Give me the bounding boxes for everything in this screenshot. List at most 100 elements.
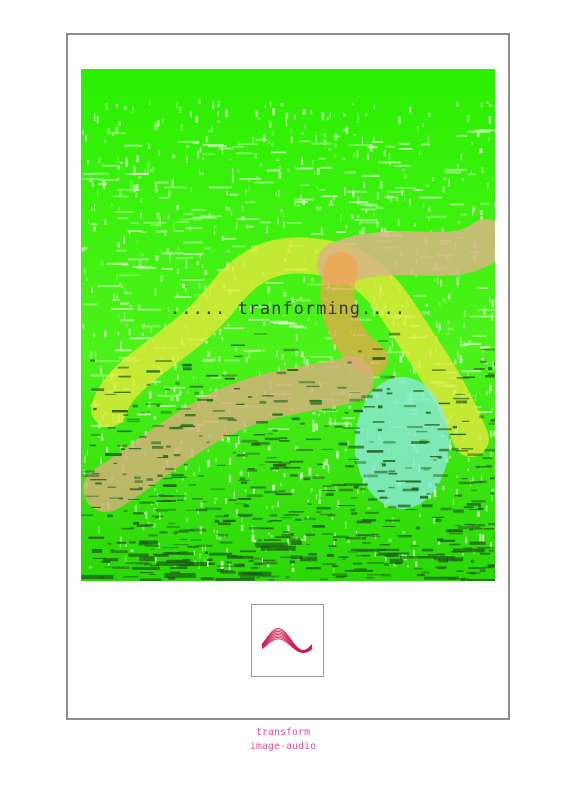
texture-speck [88,566,92,569]
texture-speck [193,472,195,476]
texture-bar [273,321,295,324]
texture-bar [185,227,203,230]
dark-band [230,344,245,347]
texture-speck [89,351,93,359]
texture-speck [248,350,250,358]
dark-band [372,421,385,423]
dark-band [290,555,303,559]
dark-band [200,577,214,580]
dark-band [386,387,391,391]
texture-speck [488,391,491,394]
dark-band [164,573,196,578]
dark-band [264,490,278,494]
dark-band [477,546,494,549]
dark-band [426,493,431,495]
texture-bar [135,266,147,268]
dark-band [239,550,257,553]
texture-speck [373,212,375,217]
dark-band [91,433,101,436]
dark-band [262,527,272,529]
texture-speck [353,134,356,136]
dark-band [478,505,482,508]
texture-speck [442,185,445,191]
dark-band [247,494,264,497]
dark-band [241,439,258,443]
dark-band [189,385,204,388]
texture-speck [135,193,138,198]
texture-speck [121,285,123,288]
dark-band [420,495,429,499]
texture-speck [191,256,193,260]
texture-speck [97,189,99,197]
texture-speck [276,158,279,161]
texture-speck [318,413,320,416]
texture-bar [367,146,378,149]
texture-speck [264,105,266,108]
dark-band [259,400,267,404]
dark-band [356,534,371,537]
dark-band [355,483,368,486]
texture-bar [237,143,258,146]
texture-speck [304,123,306,129]
texture-bar [267,428,290,431]
texture-speck [198,283,201,289]
texture-speck [233,491,235,499]
texture-speck [296,204,300,207]
texture-bar [480,202,491,205]
texture-speck [463,322,466,329]
dark-band [198,475,204,477]
texture-bar [311,233,324,235]
texture-speck [391,340,393,348]
texture-bar [232,245,246,248]
texture-speck [290,135,293,144]
texture-speck [130,180,133,188]
dark-band [209,552,232,556]
waveform-thumbnail[interactable] [251,604,324,677]
dark-band [481,348,495,351]
texture-speck [442,486,445,491]
texture-speck [438,323,441,331]
texture-bar [342,417,355,420]
texture-speck [351,214,354,220]
texture-speck [379,181,383,189]
texture-speck [100,365,102,370]
dark-band [255,421,268,424]
texture-bar [83,172,97,175]
dark-band [206,374,219,377]
dark-band [424,424,440,426]
dark-band [454,494,463,497]
texture-speck [100,261,103,266]
dark-band [197,398,213,401]
dark-band [305,438,321,441]
texture-bar [98,179,118,181]
texture-bar [163,186,188,189]
texture-speck [130,549,134,553]
dark-band [316,506,331,510]
texture-speck [105,103,108,110]
texture-speck [83,268,86,274]
dark-band [111,410,128,413]
dark-band [322,408,337,411]
dark-band [188,484,197,486]
texture-speck [376,192,380,200]
texture-speck [229,457,232,465]
texture-speck [207,350,211,357]
dark-band [473,368,485,370]
texture-speck [228,207,231,211]
dark-band [253,434,266,436]
texture-speck [331,516,334,520]
dark-band [161,495,174,497]
dark-band [241,572,263,576]
dark-band [396,480,407,482]
texture-speck [280,482,282,486]
dark-band [263,559,276,562]
dark-band [180,423,193,427]
texture-bar [358,221,380,224]
dark-band [377,548,400,551]
dark-band [162,552,194,555]
texture-speck [467,457,470,463]
dark-band [306,543,311,546]
dark-band [422,548,434,552]
texture-bar [175,257,192,260]
texture-bar [202,144,224,146]
